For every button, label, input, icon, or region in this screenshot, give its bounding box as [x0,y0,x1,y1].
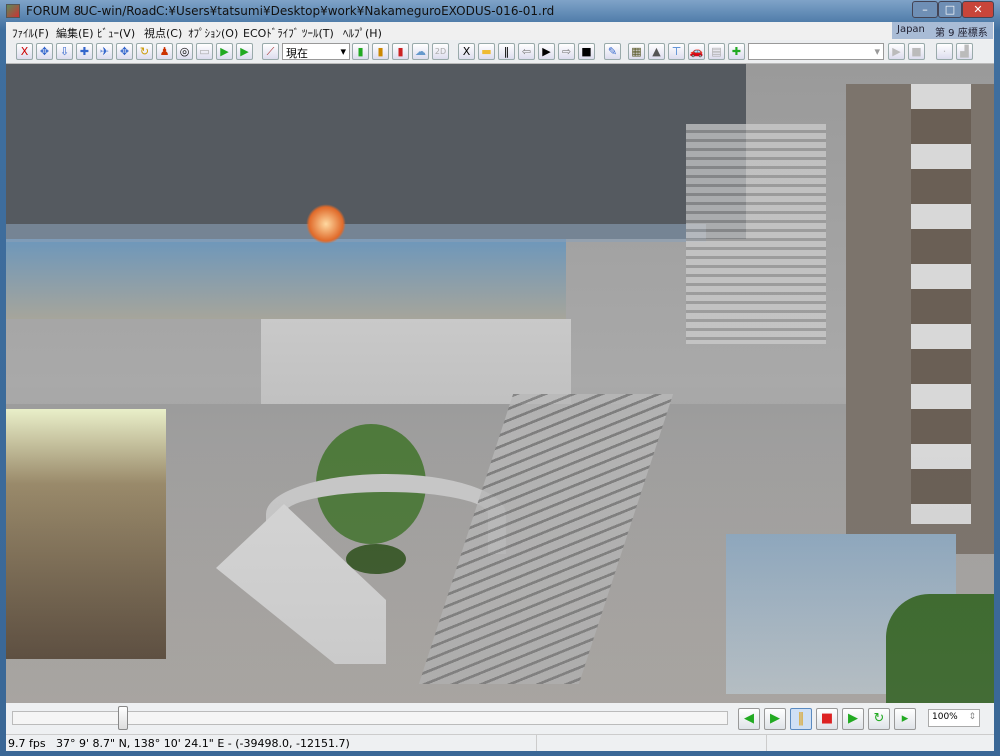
reset-icon[interactable]: X [16,43,33,60]
menu-edit[interactable]: 編集(E) [56,25,94,41]
view-2d-button[interactable]: 2D [432,43,449,60]
car-icon[interactable]: 🚗 [688,43,705,60]
walk-icon[interactable]: ♟ [156,43,173,60]
chevron-down-icon: ▾ [340,45,346,58]
back-icon[interactable]: ⇦ [518,43,535,60]
file-path: C:¥Users¥tatsumi¥Desktop¥work¥Nakameguro… [156,4,555,18]
move-icon[interactable]: ✚ [76,43,93,60]
terrain-icon[interactable]: ▦ [628,43,645,60]
spinner-arrows-icon[interactable]: ⇕ [968,712,976,722]
menu-help[interactable]: ﾍﾙﾌﾟ(H) [343,25,382,41]
sign-icon[interactable]: ⊤ [668,43,685,60]
down-icon[interactable]: ⇩ [56,43,73,60]
loop-icon[interactable]: ↻ [868,708,890,730]
timeline-slider-thumb[interactable] [117,706,128,730]
menu-options[interactable]: ｵﾌﾟｼｮﾝ(O) [188,25,238,41]
drive-route-icon[interactable]: ▶ [236,43,253,60]
play-icon[interactable]: ▶ [538,43,555,60]
road-icon[interactable]: ⟋ [262,43,279,60]
menu-view[interactable]: ﾋﾞｭｰ(V) [97,25,135,41]
stop-icon[interactable]: ■ [578,43,595,60]
forward-icon[interactable]: ⇨ [558,43,575,60]
export-icon[interactable]: ▸ [894,708,916,730]
3d-viewport[interactable] [6,64,994,703]
shrink-icon[interactable]: · [936,43,953,60]
application-window: FORUM 8 UC-win/Road C:¥Users¥tatsumi¥Des… [0,0,1000,756]
time-select[interactable]: 現在 ▾ [282,43,350,60]
pause-icon[interactable]: ‖ [498,43,515,60]
product-name: UC-win/Road [80,4,157,18]
scenario-play-icon[interactable]: ▶ [888,43,905,60]
play-icon[interactable]: ▶ [764,708,786,730]
coord-system-badge: 第 9 座標系 [930,22,993,39]
close-button[interactable]: ✕ [962,1,994,18]
toolbar: X ✥ ⇩ ✚ ✈ ✥ ↻ ♟ ◎ ▭ ▶ ▶ ⟋ 現在 ▾ ▮ ▮ ▮ ☁ 2D… [6,40,994,64]
divider [536,735,537,751]
app-icon [6,4,20,18]
playback-bar: ◀ ▶ ‖ ■ ▶ ↻ ▸ 100% ⇕ [6,703,994,734]
divider [766,735,767,751]
document-icon[interactable]: ▤ [708,43,725,60]
zoom-value: 100% [932,712,958,722]
disabled-icon: ▭ [196,43,213,60]
status-bar: 9.7 fps 37° 9' 8.7" N, 138° 10' 24.1" E … [6,734,994,751]
weather-icon[interactable]: ☁ [412,43,429,60]
script-icon[interactable]: X [458,43,475,60]
pause-icon[interactable]: ‖ [790,708,812,730]
signal-icon[interactable]: ▮ [372,43,389,60]
signal-play-icon[interactable]: ▮ [352,43,369,60]
fly-icon[interactable]: ✈ [96,43,113,60]
folder-icon[interactable]: ▬ [478,43,495,60]
add-model-icon[interactable]: ✚ [728,43,745,60]
chart-icon[interactable]: ▟ [956,43,973,60]
fps-readout: 9.7 fps [8,737,46,750]
rotate-icon[interactable]: ✥ [36,43,53,60]
region-badge: Japan [892,22,930,39]
menu-file[interactable]: ﾌｧｲﾙ(F) [12,25,49,41]
steering-icon[interactable]: ◎ [176,43,193,60]
zoom-spinner[interactable]: 100% ⇕ [928,709,980,727]
location-readout: 37° 9' 8.7" N, 138° 10' 24.1" E - (-3949… [56,737,350,750]
signal-stop-icon[interactable]: ▮ [392,43,409,60]
scenario-select[interactable]: ▾ [748,43,884,60]
chevron-down-icon: ▾ [874,45,880,58]
stop-icon[interactable]: ■ [816,708,838,730]
app-name: FORUM 8 [26,4,82,18]
minimize-button[interactable]: – [912,1,938,18]
drive-icon[interactable]: ▶ [216,43,233,60]
glass-overlay [6,64,994,703]
time-select-value: 現在 [286,47,308,60]
pan-icon[interactable]: ✥ [116,43,133,60]
step-back-icon[interactable]: ◀ [738,708,760,730]
menu-viewpoint[interactable]: 視点(C) [144,25,182,41]
menu-tools[interactable]: ﾂｰﾙ(T) [302,25,334,41]
tunnel-icon[interactable]: ▲ [648,43,665,60]
menu-bar: ﾌｧｲﾙ(F) 編集(E) ﾋﾞｭｰ(V) 視点(C) ｵﾌﾟｼｮﾝ(O) EC… [6,22,994,40]
edit-icon[interactable]: ✎ [604,43,621,60]
step-forward-icon[interactable]: ▶ [842,708,864,730]
maximize-button[interactable]: □ [938,1,962,18]
menu-eco-drive[interactable]: ECOﾄﾞﾗｲﾌﾞ [243,25,299,41]
title-bar: FORUM 8 UC-win/Road C:¥Users¥tatsumi¥Des… [0,0,1000,22]
orbit-icon[interactable]: ↻ [136,43,153,60]
scenario-stop-icon[interactable]: ■ [908,43,925,60]
